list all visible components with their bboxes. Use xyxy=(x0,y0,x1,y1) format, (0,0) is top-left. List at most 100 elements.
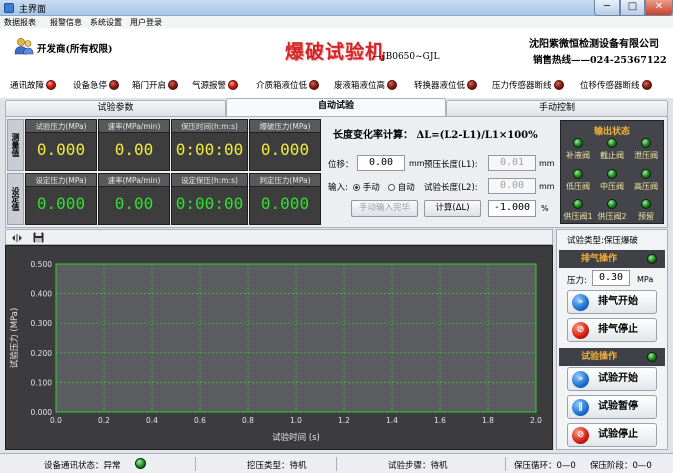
red-led-icon xyxy=(641,80,652,90)
auto-radio[interactable]: 自动 xyxy=(388,181,415,193)
green-led-icon xyxy=(607,169,617,179)
exhaust-operation-header: 排气操作 xyxy=(559,250,665,268)
y-tick-label: 0.100 xyxy=(31,378,53,387)
output-label: 低压阀 xyxy=(566,182,590,191)
exhaust-operation-title: 排气操作 xyxy=(581,254,618,264)
pressure-time-chart: 0.0 0.2 0.4 0.6 0.8 1.0 1.2 1.4 1.6 1.8 2.0 0.000 0.… xyxy=(5,245,553,450)
company-name: 沈阳紫微恒检测设备有限公司 xyxy=(529,39,659,50)
green-led-icon xyxy=(573,169,583,179)
alarm-indicator-row: 通讯故障 设备急停 箱门开启 气源报警 介质箱液位低 废液箱液位高 转换器液位低… xyxy=(0,72,673,98)
output-status-title: 输出状态 xyxy=(593,127,630,137)
test-length-label: 试验长度(L2): xyxy=(424,183,478,193)
measured-rate-display: 速率(MPa/min) 0.00 xyxy=(98,119,170,171)
red-led-icon xyxy=(228,80,239,90)
y-tick-label: 0.000 xyxy=(31,408,53,417)
comm-status-led-icon xyxy=(135,458,146,469)
prepress-length-label: 预压长度(L1): xyxy=(424,160,478,170)
prepress-length-unit: mm xyxy=(539,159,555,168)
x-axis-label: 试验时间 (s) xyxy=(272,432,320,443)
exhaust-start-label: 排气开始 xyxy=(598,296,638,307)
pause-icon: ∥ xyxy=(572,399,589,416)
tab-test-parameters[interactable]: 试验参数 xyxy=(5,100,226,116)
indicator-label: 气源报警 xyxy=(192,81,227,91)
comm-status: 设备通讯状态：异常 xyxy=(44,461,121,471)
exhaust-pressure-field[interactable]: 0.30 xyxy=(592,270,630,286)
auto-test-panel: 测量值 试验压力(MPa) 0.000 速率(MPa/min) 0.00 保压时… xyxy=(5,116,668,228)
green-led-icon xyxy=(641,169,651,179)
manual-input-done-button[interactable]: 手动输入完毕 xyxy=(351,200,418,217)
exhaust-stop-button[interactable]: ⊘ 排气停止 xyxy=(567,318,657,342)
status-separator xyxy=(505,457,506,471)
display-value: 0.00 xyxy=(114,140,154,159)
menu-item-user-login[interactable]: 用户登录 xyxy=(130,17,162,28)
set-rate-display: 速率(MPa/min) 0.00 xyxy=(98,173,170,225)
x-tick-label: 0.2 xyxy=(98,416,110,425)
display-caption: 试验压力(MPa) xyxy=(26,120,96,133)
y-tick-label: 0.300 xyxy=(31,319,53,328)
fit-width-icon[interactable] xyxy=(12,234,22,242)
save-icon[interactable] xyxy=(33,232,44,243)
red-led-icon xyxy=(46,80,57,90)
manual-radio-label: 手动 xyxy=(362,183,380,193)
test-start-label: 试验开始 xyxy=(598,373,638,384)
display-value: 0:00:00 xyxy=(175,194,244,213)
x-tick-label: 1.4 xyxy=(386,416,398,425)
y-tick-label: 0.500 xyxy=(31,260,53,269)
exhaust-start-button[interactable]: » 排气开始 xyxy=(567,290,657,314)
test-operation-title: 试验操作 xyxy=(581,352,618,362)
indicator-pressure-sensor: 压力传感器断线 xyxy=(492,79,564,91)
close-button[interactable]: ✕ xyxy=(645,0,673,16)
output-label: 预留 xyxy=(638,212,654,221)
red-led-icon xyxy=(309,80,320,90)
test-type-label: 试验类型:保压爆破 xyxy=(567,236,638,246)
indicator-label: 介质箱液位低 xyxy=(256,81,308,91)
display-caption: 速率(MPa/min) xyxy=(99,120,169,133)
sales-hotline: 销售热线——024-25367122 xyxy=(533,55,667,66)
green-led-icon xyxy=(647,254,657,264)
radio-unselected-icon xyxy=(388,184,395,191)
test-length-field[interactable]: 0.00 xyxy=(488,178,536,194)
maximize-button[interactable]: □ xyxy=(620,0,645,16)
radio-selected-icon xyxy=(353,184,360,191)
input-mode-label: 输入: xyxy=(328,183,348,193)
output-label: 补液阀 xyxy=(566,151,590,160)
green-led-icon xyxy=(647,352,657,362)
indicator-label: 位移传感器断线 xyxy=(580,81,640,91)
calculate-button[interactable]: 计算(ΔL) xyxy=(424,200,481,217)
exhaust-pressure-unit: MPa xyxy=(637,275,654,284)
menu-item-alarm-info[interactable]: 报警信息 xyxy=(50,17,82,28)
status-bar: 设备通讯状态：异常 挖压类型：待机 试验步骤：待机 保压循环：0—0 保压阶段：… xyxy=(0,453,673,473)
setpoint-side-label: 设定值 xyxy=(7,173,24,225)
green-led-icon xyxy=(573,199,583,209)
minimize-button[interactable]: ─ xyxy=(594,0,620,16)
output-label: 泄压阀 xyxy=(634,151,658,160)
green-led-icon xyxy=(573,138,583,148)
green-led-icon xyxy=(641,199,651,209)
window-titlebar: 主界面 ─ □ ✕ xyxy=(0,0,673,16)
hold-cycle-status: 保压循环：0—0 xyxy=(514,461,576,471)
test-stop-button[interactable]: ⊘ 试验停止 xyxy=(567,423,657,447)
test-pause-label: 试验暂停 xyxy=(598,401,638,412)
measured-side-label: 测量值 xyxy=(7,119,24,171)
menu-item-data-report[interactable]: 数据报表 xyxy=(4,17,36,28)
tab-auto-test[interactable]: 自动试验 xyxy=(226,98,446,116)
display-value: 0.000 xyxy=(260,194,310,213)
test-pause-button[interactable]: ∥ 试验暂停 xyxy=(567,395,657,419)
x-tick-label: 2.0 xyxy=(530,416,542,425)
prepress-length-field[interactable]: 0.01 xyxy=(488,155,536,171)
output-label: 截止阀 xyxy=(600,151,624,160)
manual-radio[interactable]: 手动 xyxy=(353,181,380,193)
menu-item-system-settings[interactable]: 系统设置 xyxy=(90,17,122,28)
green-led-icon xyxy=(607,199,617,209)
test-start-button[interactable]: » 试验开始 xyxy=(567,367,657,391)
displacement-label: 位移： xyxy=(328,160,354,170)
displacement-field[interactable]: 0.00 xyxy=(357,155,405,171)
output-label: 供压阀1 xyxy=(563,212,593,221)
test-operation-header: 试验操作 xyxy=(559,348,665,366)
test-stop-label: 试验停止 xyxy=(598,429,638,440)
indicator-medium-low: 介质箱液位低 xyxy=(256,79,320,91)
red-led-icon xyxy=(553,80,564,90)
burst-pressure-display: 爆破压力(MPa) 0.000 xyxy=(249,119,321,171)
tab-manual-control[interactable]: 手动控制 xyxy=(446,100,668,116)
status-separator xyxy=(336,457,337,471)
